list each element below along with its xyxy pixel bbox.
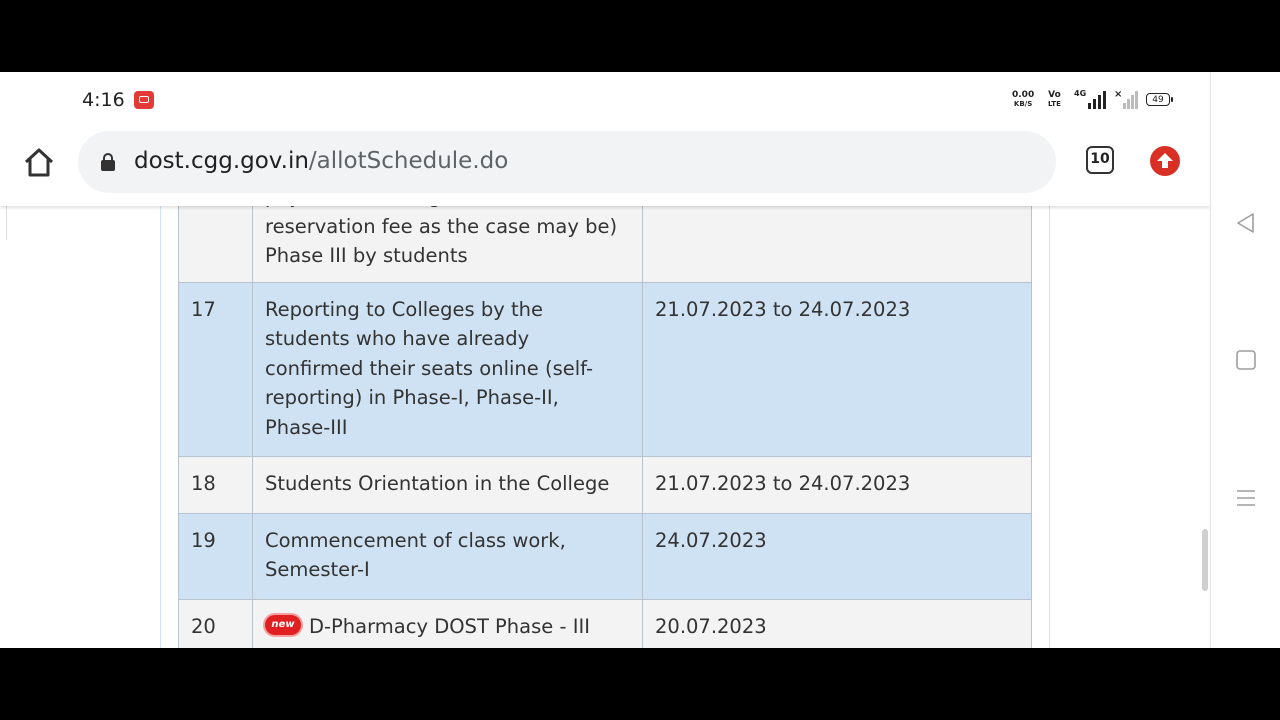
menu-lines-icon (1237, 490, 1255, 506)
volte-indicator: Vo LTE (1048, 91, 1061, 109)
network-speed: 0.00 KB/S (1012, 91, 1034, 109)
web-page: payment of college fee/ seat reservation… (0, 206, 1210, 648)
volte-top: Vo (1048, 90, 1061, 100)
back-triangle-icon (1237, 213, 1254, 233)
schedule-table: payment of college fee/ seat reservation… (178, 206, 1032, 648)
network-speed-value: 0.00 (1012, 90, 1035, 100)
screen-record-icon (134, 91, 154, 109)
description-cell[interactable]: new D-Pharmacy DOST Phase - III (252, 598, 643, 648)
back-button[interactable] (1233, 210, 1259, 236)
volte-bottom: LTE (1048, 100, 1061, 108)
system-navigation-bar (1210, 72, 1280, 648)
serial-number-cell: 19 (178, 512, 253, 600)
status-bar: 4:16 0.00 KB/S Vo LTE 4G × 49 (0, 72, 1210, 130)
signal-strength-sim2-icon: × (1114, 89, 1138, 109)
home-nav-button[interactable] (1233, 347, 1259, 373)
date-cell: 20.07.2023 (642, 598, 1032, 648)
date-cell: 24.07.2023 (642, 512, 1032, 600)
status-time: 4:16 (82, 89, 125, 111)
serial-number-cell: 18 (178, 456, 253, 514)
table-row: 17 Reporting to Colleges by the students… (178, 281, 1032, 457)
phone-screen: 4:16 0.00 KB/S Vo LTE 4G × 49 dost.cgg.g… (0, 72, 1210, 648)
page-edge (0, 206, 7, 240)
description-link[interactable]: D-Pharmacy DOST Phase - III (309, 615, 590, 638)
network-speed-unit: KB/S (1013, 100, 1033, 108)
lock-icon (101, 153, 115, 171)
serial-number-cell: 20 (178, 598, 253, 648)
update-button[interactable] (1150, 146, 1180, 176)
serial-number-cell: 17 (178, 281, 253, 457)
signal-strength-icon: 4G (1074, 89, 1108, 109)
date-cell (642, 206, 1032, 283)
page-scrollbar[interactable] (1202, 529, 1208, 591)
network-type-label: 4G (1074, 89, 1087, 98)
url-domain: dost.cgg.gov.in (134, 148, 309, 174)
tab-switcher-button[interactable]: 10 (1086, 146, 1114, 174)
table-row: payment of college fee/ seat reservation… (178, 206, 1032, 283)
new-badge-icon: new (265, 615, 301, 635)
url-path: /allotSchedule.do (308, 148, 509, 174)
table-row: 19 Commencement of class work, Semester-… (178, 512, 1032, 600)
home-button[interactable] (22, 146, 56, 180)
description-cell: payment of college fee/ seat reservation… (252, 206, 643, 283)
browser-toolbar: dost.cgg.gov.in/allotSchedule.do 10 (0, 130, 1210, 206)
url-text[interactable]: dost.cgg.gov.in/allotSchedule.do (134, 148, 508, 174)
serial-number-cell (178, 206, 253, 283)
arrow-up-icon (1157, 153, 1173, 168)
tab-count: 10 (1090, 151, 1110, 167)
address-bar[interactable]: dost.cgg.gov.in/allotSchedule.do (78, 131, 1056, 193)
description-cell: Students Orientation in the College (252, 456, 643, 514)
date-cell: 21.07.2023 to 24.07.2023 (642, 281, 1032, 457)
battery-icon: 49 (1146, 93, 1173, 106)
date-cell: 21.07.2023 to 24.07.2023 (642, 456, 1032, 514)
table-row: 20 new D-Pharmacy DOST Phase - III 20.07.… (178, 598, 1032, 648)
square-icon (1236, 350, 1256, 370)
description-cell: Reporting to Colleges by the students wh… (252, 281, 643, 457)
battery-level: 49 (1152, 95, 1164, 105)
table-row: 18 Students Orientation in the College 2… (178, 456, 1032, 514)
home-icon (24, 148, 54, 177)
recents-button[interactable] (1233, 485, 1259, 511)
description-cell: Commencement of class work, Semester-I (252, 512, 643, 600)
